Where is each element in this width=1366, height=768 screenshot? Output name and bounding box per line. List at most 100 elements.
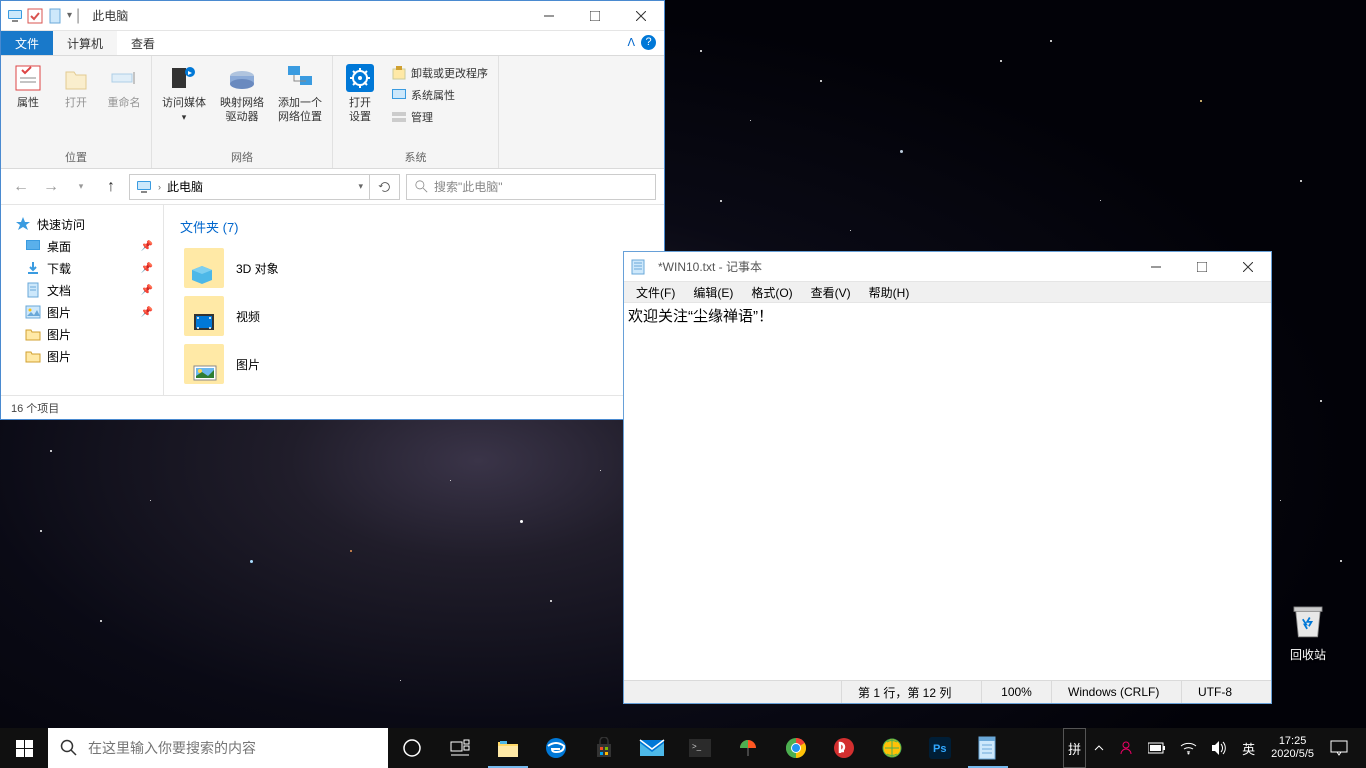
open-icon xyxy=(60,62,92,94)
tray-people[interactable] xyxy=(1112,728,1140,768)
system-properties-button[interactable]: 系统属性 xyxy=(387,84,492,106)
tile-3d-objects[interactable]: 3D 对象 xyxy=(176,244,436,292)
open-settings-button[interactable]: 打开 设置 xyxy=(339,60,381,124)
edge-icon xyxy=(544,736,568,760)
tray-battery[interactable] xyxy=(1142,728,1172,768)
ime-language[interactable]: 英 xyxy=(1236,728,1261,768)
nav-desktop[interactable]: 桌面📌 xyxy=(1,235,163,257)
task-view-button[interactable] xyxy=(436,728,484,768)
ribbon-tabs: 文件 计算机 查看 ᐱ ? xyxy=(1,31,664,56)
document-icon xyxy=(47,8,63,24)
quickaccess-check-icon xyxy=(27,8,43,24)
svg-text:>_: >_ xyxy=(692,742,702,751)
notepad-icon xyxy=(630,259,646,275)
uninstall-button[interactable]: 卸载或更改程序 xyxy=(387,62,492,84)
nav-downloads[interactable]: 下载📌 xyxy=(1,257,163,279)
folders-section-header[interactable]: 文件夹 (7) xyxy=(176,213,652,244)
ime-indicator[interactable]: 拼 xyxy=(1063,728,1086,768)
search-icon xyxy=(415,180,428,193)
tray-wifi[interactable] xyxy=(1174,728,1203,768)
taskbar-terminal[interactable]: >_ xyxy=(676,728,724,768)
explorer-statusbar: 16 个项目 xyxy=(1,395,664,419)
section-collapse-icon[interactable]: ⌄ xyxy=(164,205,165,224)
tray-chevron[interactable] xyxy=(1088,728,1110,768)
taskbar-store[interactable] xyxy=(580,728,628,768)
up-button[interactable]: ↑ xyxy=(99,175,123,199)
tab-computer[interactable]: 计算机 xyxy=(53,31,117,55)
back-button[interactable]: ← xyxy=(9,175,33,199)
taskbar-edge[interactable] xyxy=(532,728,580,768)
forward-button[interactable]: → xyxy=(39,175,63,199)
menu-view[interactable]: 查看(V) xyxy=(803,283,859,302)
tab-view[interactable]: 查看 xyxy=(117,31,169,55)
menu-help[interactable]: 帮助(H) xyxy=(861,283,918,302)
maximize-button[interactable] xyxy=(1179,252,1225,281)
menu-file[interactable]: 文件(F) xyxy=(628,283,683,302)
search-field[interactable]: 搜索"此电脑" xyxy=(406,174,656,200)
action-center[interactable] xyxy=(1324,728,1354,768)
menu-format[interactable]: 格式(O) xyxy=(743,283,800,302)
rename-icon xyxy=(108,62,140,94)
recent-dropdown[interactable]: ▾ xyxy=(69,175,93,199)
media-icon xyxy=(168,62,200,94)
globe-icon xyxy=(881,737,903,759)
address-field[interactable]: › 此电脑 ▾ xyxy=(129,174,370,200)
taskbar-app-1[interactable] xyxy=(724,728,772,768)
help-icon[interactable]: ? xyxy=(641,35,656,50)
sysprops-icon xyxy=(391,87,407,103)
cortana-button[interactable] xyxy=(388,728,436,768)
nav-pictures-3[interactable]: 图片 xyxy=(1,345,163,367)
documents-icon xyxy=(25,282,41,298)
start-button[interactable] xyxy=(0,728,48,768)
3d-folder-icon xyxy=(184,248,224,288)
pin-icon: 📌 xyxy=(141,263,153,274)
close-button[interactable] xyxy=(618,1,664,30)
notepad-text-area[interactable]: 欢迎关注“尘缘禅语”！ xyxy=(624,303,1271,680)
tile-videos[interactable]: 视频 xyxy=(176,292,436,340)
taskbar-search[interactable] xyxy=(48,728,388,768)
encoding: UTF-8 xyxy=(1181,681,1271,703)
tab-file[interactable]: 文件 xyxy=(1,31,53,55)
notepad-titlebar[interactable]: *WIN10.txt - 记事本 xyxy=(624,252,1271,282)
nav-pictures-2[interactable]: 图片 xyxy=(1,323,163,345)
taskbar-photoshop[interactable]: Ps xyxy=(916,728,964,768)
taskbar-notepad[interactable] xyxy=(964,728,1012,768)
taskbar-app-2[interactable] xyxy=(868,728,916,768)
pin-icon: 📌 xyxy=(141,241,153,252)
address-bar: ← → ▾ ↑ › 此电脑 ▾ 搜索"此电脑" xyxy=(1,169,664,205)
nav-documents[interactable]: 文档📌 xyxy=(1,279,163,301)
explorer-titlebar[interactable]: ▾ | 此电脑 xyxy=(1,1,664,31)
add-network-location-button[interactable]: 添加一个 网络位置 xyxy=(274,60,326,124)
nav-pictures[interactable]: 图片📌 xyxy=(1,301,163,323)
volume-icon xyxy=(1211,740,1228,756)
recycle-bin[interactable]: 回收站 xyxy=(1270,600,1346,663)
people-icon xyxy=(1118,740,1134,756)
this-pc-icon xyxy=(7,8,23,24)
tile-pictures[interactable]: 图片 xyxy=(176,340,436,388)
ribbon-collapse-chevron[interactable]: ᐱ xyxy=(627,36,635,49)
taskbar-explorer[interactable] xyxy=(484,728,532,768)
taskbar-mail[interactable] xyxy=(628,728,676,768)
taskbar-chrome[interactable] xyxy=(772,728,820,768)
map-drive-button[interactable]: 映射网络 驱动器 xyxy=(216,60,268,124)
notepad-task-icon xyxy=(977,736,999,760)
search-input[interactable] xyxy=(88,740,376,756)
maximize-button[interactable] xyxy=(572,1,618,30)
notepad-window: *WIN10.txt - 记事本 文件(F) 编辑(E) 格式(O) 查看(V)… xyxy=(623,251,1272,704)
terminal-icon: >_ xyxy=(689,739,711,757)
nav-quick-access[interactable]: 快速访问 xyxy=(1,213,163,235)
menu-edit[interactable]: 编辑(E) xyxy=(685,283,741,302)
navigation-pane: 快速访问 桌面📌 下载📌 文档📌 图片📌 图片 xyxy=(1,205,164,395)
refresh-button[interactable] xyxy=(370,174,400,200)
close-button[interactable] xyxy=(1225,252,1271,281)
tray-volume[interactable] xyxy=(1205,728,1234,768)
taskview-icon xyxy=(450,739,470,757)
manage-button[interactable]: 管理 xyxy=(387,106,492,128)
pc-icon xyxy=(136,179,152,195)
minimize-button[interactable] xyxy=(526,1,572,30)
properties-button[interactable]: 属性 xyxy=(7,60,49,110)
access-media-button[interactable]: 访问媒体▾ xyxy=(158,60,210,124)
clock[interactable]: 17:25 2020/5/5 xyxy=(1263,735,1322,761)
taskbar-psiphon[interactable] xyxy=(820,728,868,768)
minimize-button[interactable] xyxy=(1133,252,1179,281)
